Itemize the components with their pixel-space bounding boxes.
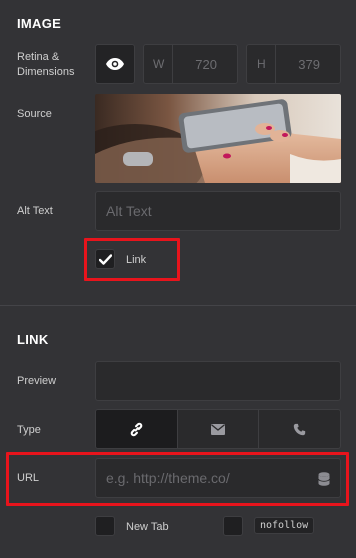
- url-label: URL: [17, 472, 40, 484]
- alt-text-input[interactable]: Alt Text: [95, 191, 341, 231]
- retina-dimensions-label: Retina & Dimensions: [17, 51, 75, 78]
- phone-icon: [293, 423, 306, 435]
- link-section-title: LINK: [17, 332, 49, 347]
- type-option-link[interactable]: [96, 410, 178, 448]
- link-checkbox[interactable]: [95, 249, 115, 269]
- photo-hand-holding-phone: [95, 94, 341, 183]
- section-divider: [0, 305, 356, 306]
- url-placeholder: e.g. http://theme.co/: [106, 470, 230, 486]
- preview-field: [95, 361, 341, 401]
- height-value: 379: [298, 57, 320, 72]
- new-tab-label: New Tab: [126, 521, 169, 533]
- width-value: 720: [195, 57, 217, 72]
- eye-icon: [106, 58, 124, 70]
- link-checkbox-label: Link: [126, 254, 147, 266]
- preview-label: Preview: [17, 375, 57, 387]
- height-letter: H: [257, 57, 266, 71]
- nofollow-checkbox[interactable]: [223, 516, 243, 536]
- database-icon[interactable]: [318, 472, 330, 486]
- image-section-title: IMAGE: [17, 16, 62, 31]
- alt-text-placeholder: Alt Text: [106, 203, 152, 219]
- envelope-icon: [211, 423, 225, 435]
- height-divider: [275, 45, 276, 83]
- height-field[interactable]: H 379: [246, 44, 341, 84]
- width-divider: [172, 45, 173, 83]
- width-field[interactable]: W 720: [143, 44, 238, 84]
- type-option-email[interactable]: [178, 410, 260, 448]
- alt-text-label: Alt Text: [17, 205, 53, 217]
- nofollow-label: nofollow: [254, 517, 315, 534]
- checkmark-icon: [98, 253, 112, 265]
- type-label: Type: [17, 424, 41, 436]
- link-icon: [130, 422, 143, 436]
- source-image-thumbnail[interactable]: [95, 94, 341, 183]
- new-tab-checkbox[interactable]: [95, 516, 115, 536]
- url-input[interactable]: e.g. http://theme.co/: [95, 458, 341, 498]
- link-type-selector: [95, 409, 341, 449]
- width-letter: W: [153, 57, 165, 71]
- type-option-phone[interactable]: [259, 410, 340, 448]
- source-label: Source: [17, 108, 52, 120]
- retina-toggle-button[interactable]: [95, 44, 135, 84]
